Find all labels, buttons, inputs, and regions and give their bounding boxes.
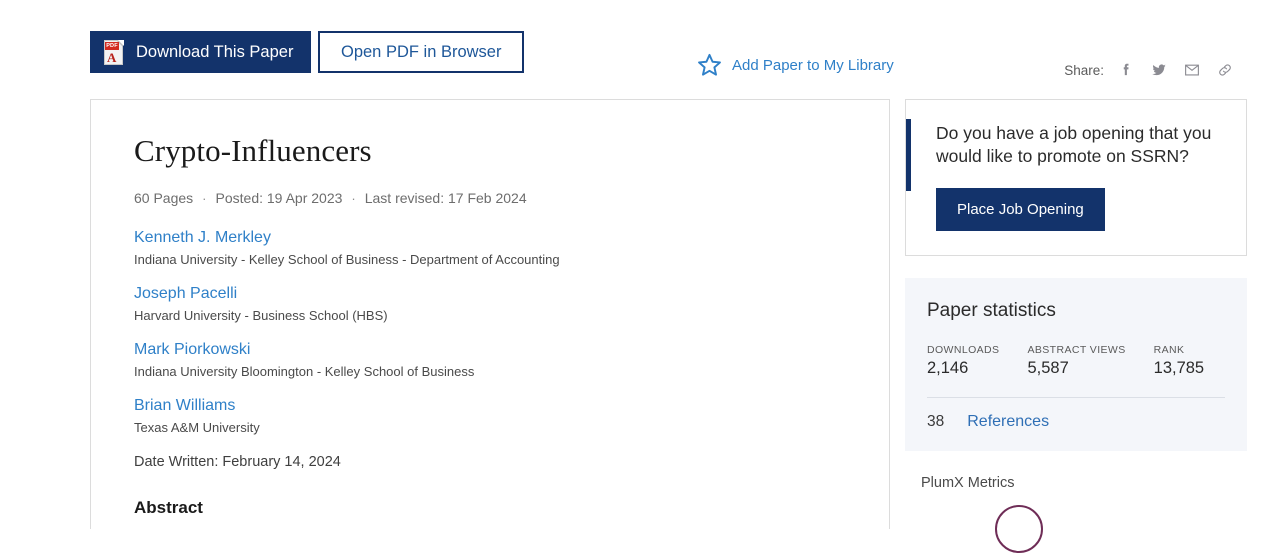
- stat-abstract-views: ABSTRACT VIEWS 5,587: [1027, 344, 1125, 378]
- stat-value: 13,785: [1153, 358, 1205, 377]
- author-affiliation: Indiana University - Kelley School of Bu…: [134, 251, 560, 267]
- page-title: Crypto-Influencers: [134, 133, 372, 168]
- stat-label: DOWNLOADS: [927, 343, 1000, 356]
- author-entry: Joseph Pacelli Harvard University - Busi…: [134, 283, 847, 324]
- page-count: 60 Pages: [134, 190, 194, 206]
- pdf-badge-label: PDF: [105, 41, 119, 50]
- ssrn-paper-page: PDF A Download This Paper Open PDF in Br…: [0, 0, 1272, 553]
- promo-text: Do you have a job opening that you would…: [936, 123, 1212, 166]
- facebook-icon[interactable]: [1117, 61, 1135, 79]
- abstract-heading: Abstract: [134, 497, 203, 517]
- divider: [927, 396, 1225, 398]
- author-name-link[interactable]: Brian Williams: [134, 395, 235, 417]
- share-bar: Share:: [1064, 61, 1234, 79]
- stat-label: RANK: [1153, 343, 1185, 356]
- author-entry: Kenneth J. Merkley Indiana University - …: [134, 227, 847, 268]
- download-this-paper-button[interactable]: PDF A Download This Paper: [90, 31, 312, 73]
- pdf-adobe-glyph: A: [107, 49, 117, 65]
- author-list: Kenneth J. Merkley Indiana University - …: [134, 227, 847, 437]
- job-opening-promo: Do you have a job opening that you would…: [905, 99, 1247, 256]
- meta-separator: ·: [351, 190, 356, 206]
- link-icon[interactable]: [1216, 61, 1234, 79]
- email-icon[interactable]: [1183, 61, 1201, 79]
- add-library-label: Add Paper to My Library: [732, 57, 894, 74]
- share-label: Share:: [1064, 62, 1104, 78]
- author-name-link[interactable]: Kenneth J. Merkley: [134, 227, 271, 249]
- plumx-metrics-widget[interactable]: [995, 504, 1043, 553]
- star-outline-icon: [698, 53, 721, 76]
- author-affiliation: Indiana University Bloomington - Kelley …: [134, 363, 475, 379]
- author-affiliation: Texas A&M University: [134, 420, 260, 436]
- statistics-row: DOWNLOADS 2,146 ABSTRACT VIEWS 5,587 RAN…: [927, 344, 1225, 378]
- references-count: 38: [927, 412, 945, 430]
- place-job-opening-button[interactable]: Place Job Opening: [936, 187, 1105, 231]
- author-entry: Mark Piorkowski Indiana University Bloom…: [134, 339, 847, 380]
- paper-meta: 60 Pages · Posted: 19 Apr 2023 · Last re…: [134, 190, 847, 206]
- last-revised-date: Last revised: 17 Feb 2024: [364, 190, 527, 206]
- paper-detail-card: Crypto-Influencers 60 Pages · Posted: 19…: [90, 99, 890, 529]
- author-name-link[interactable]: Mark Piorkowski: [134, 339, 250, 361]
- sidebar: Do you have a job opening that you would…: [905, 99, 1247, 553]
- author-entry: Brian Williams Texas A&M University: [134, 395, 847, 436]
- stat-value: 5,587: [1027, 358, 1069, 377]
- date-written: Date Written: February 14, 2024: [134, 453, 341, 470]
- promo-accent-bar: [906, 119, 911, 191]
- pdf-file-icon: PDF A: [104, 39, 125, 65]
- stat-downloads: DOWNLOADS 2,146: [927, 344, 999, 378]
- stat-label: ABSTRACT VIEWS: [1027, 343, 1126, 356]
- posted-date: Posted: 19 Apr 2023: [215, 190, 343, 206]
- paper-statistics-title: Paper statistics: [927, 299, 1056, 321]
- plumx-metrics-section: PlumX Metrics: [905, 475, 1247, 553]
- plumx-metrics-title: PlumX Metrics: [921, 474, 1015, 491]
- open-pdf-in-browser-button[interactable]: Open PDF in Browser: [318, 31, 525, 73]
- stat-rank: RANK 13,785: [1154, 344, 1204, 378]
- references-link[interactable]: References: [967, 413, 1049, 431]
- author-affiliation: Harvard University - Business School (HB…: [134, 307, 388, 323]
- paper-statistics-panel: Paper statistics DOWNLOADS 2,146 ABSTRAC…: [905, 277, 1247, 451]
- download-button-label: Download This Paper: [136, 42, 294, 61]
- references-row: 38 References: [927, 413, 1225, 431]
- stat-value: 2,146: [927, 358, 969, 377]
- author-name-link[interactable]: Joseph Pacelli: [134, 283, 237, 305]
- twitter-icon[interactable]: [1150, 61, 1168, 79]
- open-pdf-button-label: Open PDF in Browser: [341, 42, 502, 61]
- paper-action-bar: PDF A Download This Paper Open PDF in Br…: [0, 0, 1272, 96]
- meta-separator: ·: [202, 190, 207, 206]
- add-paper-to-library-button[interactable]: Add Paper to My Library: [696, 52, 894, 79]
